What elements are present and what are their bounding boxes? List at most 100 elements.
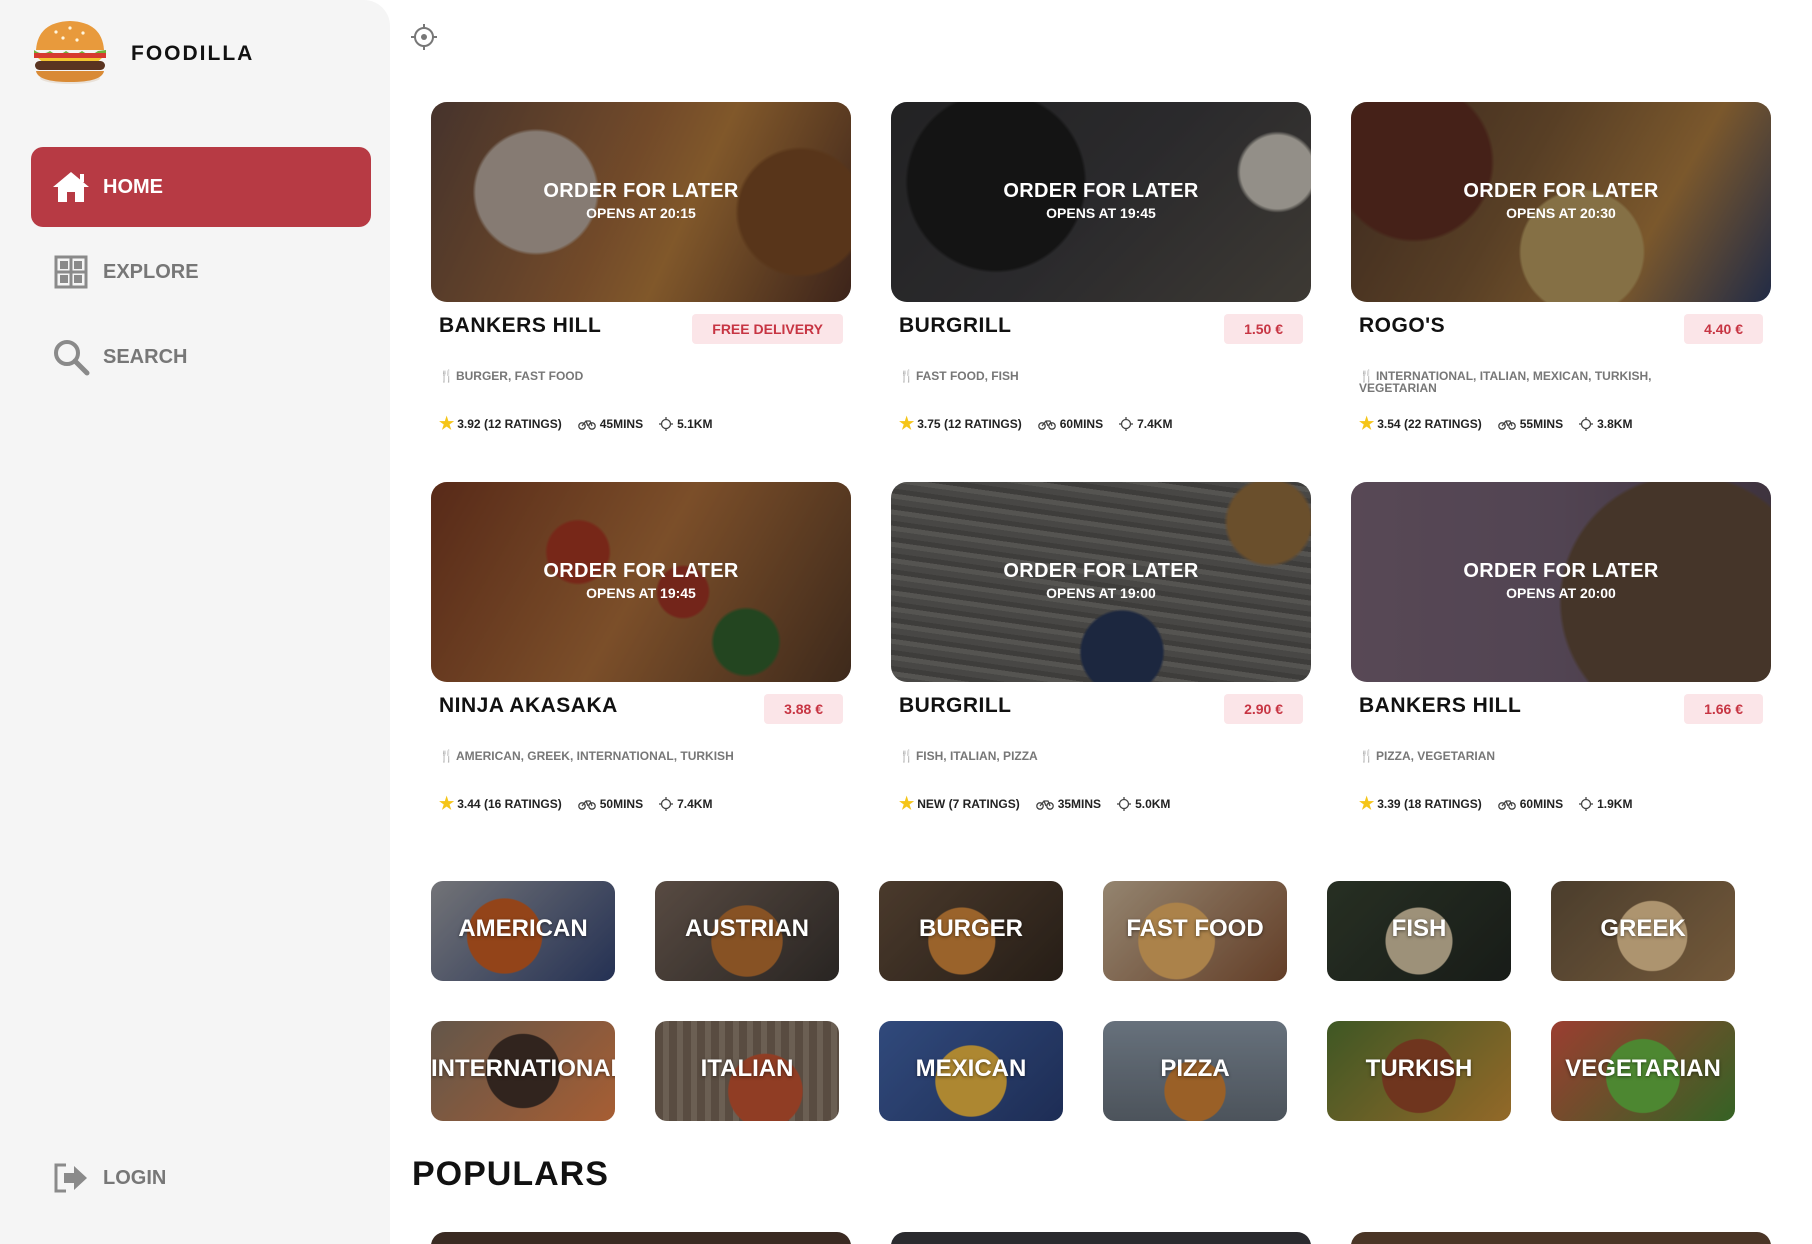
grid-icon (49, 250, 93, 294)
category-label: FAST FOOD (1126, 915, 1264, 942)
crosshair-icon (659, 797, 674, 811)
order-status: ORDER FOR LATER (1003, 180, 1199, 202)
delivery-fee-badge: 1.66 € (1684, 694, 1763, 724)
rating-count: (12 RATINGS) (943, 417, 1022, 431)
order-status: ORDER FOR LATER (1003, 560, 1199, 582)
restaurant-name[interactable]: BANKERS HILL (439, 314, 601, 338)
restaurant-card[interactable]: ORDER FOR LATER OPENS AT 20:00 BANKERS H… (1351, 482, 1771, 822)
crosshair-icon (1117, 797, 1132, 811)
category-chip[interactable]: FISH (1327, 881, 1511, 981)
bicycle-icon (577, 420, 596, 430)
cuisine-list: 🍴 BURGER, FAST FOOD (439, 370, 759, 382)
category-chip[interactable]: ITALIAN (655, 1021, 839, 1121)
app: FOODILLA HOME EXPLORE SEARCH LOGIN ORDER… (0, 0, 1812, 1244)
restaurant-photo[interactable]: ORDER FOR LATER OPENS AT 20:15 (431, 102, 851, 302)
restaurant-photo[interactable]: ORDER FOR LATER OPENS AT 19:45 (891, 102, 1311, 302)
distance: 1.9KM (1579, 797, 1632, 811)
rating-value: 3.44 (457, 797, 481, 811)
star-icon: ★ (1359, 794, 1375, 813)
category-chip[interactable]: VEGETARIAN (1551, 1021, 1735, 1121)
restaurant-meta: ★ 3.92 (12 RATINGS) 45MINS 5.1KM (439, 414, 712, 434)
nav-explore[interactable]: EXPLORE (31, 232, 371, 312)
star-icon: ★ (439, 414, 455, 433)
crosshair-icon (1579, 417, 1594, 431)
delivery-fee-badge: 3.88 € (764, 694, 843, 724)
restaurant-card[interactable]: ORDER FOR LATER OPENS AT 19:45 NINJA AKA… (431, 482, 851, 822)
rating-value: 3.75 (917, 417, 941, 431)
category-chip[interactable]: FAST FOOD (1103, 881, 1287, 981)
rating-count: (16 RATINGS) (483, 797, 562, 811)
opening-time: OPENS AT 19:45 (1046, 205, 1156, 221)
restaurant-name[interactable]: NINJA AKASAKA (439, 694, 618, 718)
rating-count: (12 RATINGS) (483, 417, 562, 431)
sidebar: FOODILLA HOME EXPLORE SEARCH LOGIN (0, 0, 390, 1244)
delivery-time-value: 55MINS (1519, 417, 1564, 431)
popular-card[interactable] (431, 1232, 851, 1244)
rating-value: 3.92 (457, 417, 481, 431)
cutlery-icon: 🍴 (899, 749, 914, 763)
bicycle-icon (1497, 420, 1516, 430)
restaurant-card[interactable]: ORDER FOR LATER OPENS AT 20:15 BANKERS H… (431, 102, 851, 442)
rating-count: (7 RATINGS) (948, 797, 1020, 811)
bicycle-icon (1035, 800, 1054, 810)
popular-card[interactable] (1351, 1232, 1771, 1244)
nav-home[interactable]: HOME (31, 147, 371, 227)
category-label: AMERICAN (458, 915, 588, 942)
distance-value: 7.4KM (1137, 417, 1173, 431)
category-chip[interactable]: TURKISH (1327, 1021, 1511, 1121)
delivery-fee-badge: FREE DELIVERY (692, 314, 843, 344)
restaurant-card[interactable]: ORDER FOR LATER OPENS AT 20:30 ROGO'S 4.… (1351, 102, 1771, 442)
restaurant-name[interactable]: BURGRILL (899, 314, 1012, 338)
crosshair-icon (1579, 797, 1594, 811)
restaurant-photo[interactable]: ORDER FOR LATER OPENS AT 20:30 (1351, 102, 1771, 302)
category-chip[interactable]: BURGER (879, 881, 1063, 981)
nav-search[interactable]: SEARCH (31, 317, 371, 397)
opening-time: OPENS AT 19:00 (1046, 585, 1156, 601)
rating-count: (22 RATINGS) (1403, 417, 1482, 431)
delivery-time-value: 45MINS (599, 417, 644, 431)
restaurant-photo[interactable]: ORDER FOR LATER OPENS AT 20:00 (1351, 482, 1771, 682)
category-label: FISH (1391, 915, 1447, 942)
search-icon (49, 335, 93, 379)
delivery-time-value: 60MINS (1059, 417, 1104, 431)
category-chip[interactable]: AUSTRIAN (655, 881, 839, 981)
nav-explore-label: EXPLORE (103, 260, 199, 283)
nav-login[interactable]: LOGIN (31, 1138, 371, 1218)
restaurant-photo[interactable]: ORDER FOR LATER OPENS AT 19:45 (431, 482, 851, 682)
rating-value: 3.54 (1377, 417, 1401, 431)
category-chip[interactable]: PIZZA (1103, 1021, 1287, 1121)
distance-value: 1.9KM (1597, 797, 1633, 811)
cuisine-text: AMERICAN, GREEK, INTERNATIONAL, TURKISH (455, 749, 734, 763)
login-icon (49, 1156, 93, 1200)
cuisine-list: 🍴 FISH, ITALIAN, PIZZA (899, 750, 1219, 762)
nav-search-label: SEARCH (103, 345, 188, 368)
restaurant-meta: ★ 3.39 (18 RATINGS) 60MINS 1.9KM (1359, 794, 1632, 814)
restaurant-photo[interactable]: ORDER FOR LATER OPENS AT 19:00 (891, 482, 1311, 682)
star-icon: ★ (439, 794, 455, 813)
restaurant-card[interactable]: ORDER FOR LATER OPENS AT 19:45 BURGRILL … (891, 102, 1311, 442)
delivery-fee-badge: 1.50 € (1224, 314, 1303, 344)
popular-card[interactable] (891, 1232, 1311, 1244)
cutlery-icon: 🍴 (1359, 749, 1374, 763)
category-label: BURGER (918, 915, 1023, 942)
star-icon: ★ (899, 794, 915, 813)
cuisine-list: 🍴 AMERICAN, GREEK, INTERNATIONAL, TURKISH (439, 750, 759, 762)
restaurant-name[interactable]: ROGO'S (1359, 314, 1445, 338)
crosshair-icon (659, 417, 674, 431)
category-chip[interactable]: INTERNATIONAL (431, 1021, 615, 1121)
burger-logo-icon[interactable] (30, 16, 110, 88)
locate-icon[interactable] (410, 23, 438, 51)
bicycle-icon (1497, 800, 1516, 810)
restaurant-card[interactable]: ORDER FOR LATER OPENS AT 19:00 BURGRILL … (891, 482, 1311, 822)
distance-value: 3.8KM (1597, 417, 1633, 431)
restaurant-name[interactable]: BANKERS HILL (1359, 694, 1521, 718)
delivery-fee-badge: 4.40 € (1684, 314, 1763, 344)
category-chip[interactable]: GREEK (1551, 881, 1735, 981)
category-chip[interactable]: MEXICAN (879, 1021, 1063, 1121)
category-chip[interactable]: AMERICAN (431, 881, 615, 981)
distance-value: 5.0KM (1135, 797, 1171, 811)
order-status: ORDER FOR LATER (1463, 560, 1659, 582)
restaurant-name[interactable]: BURGRILL (899, 694, 1012, 718)
rating-value: 3.39 (1377, 797, 1401, 811)
delivery-time-value: 60MINS (1519, 797, 1564, 811)
